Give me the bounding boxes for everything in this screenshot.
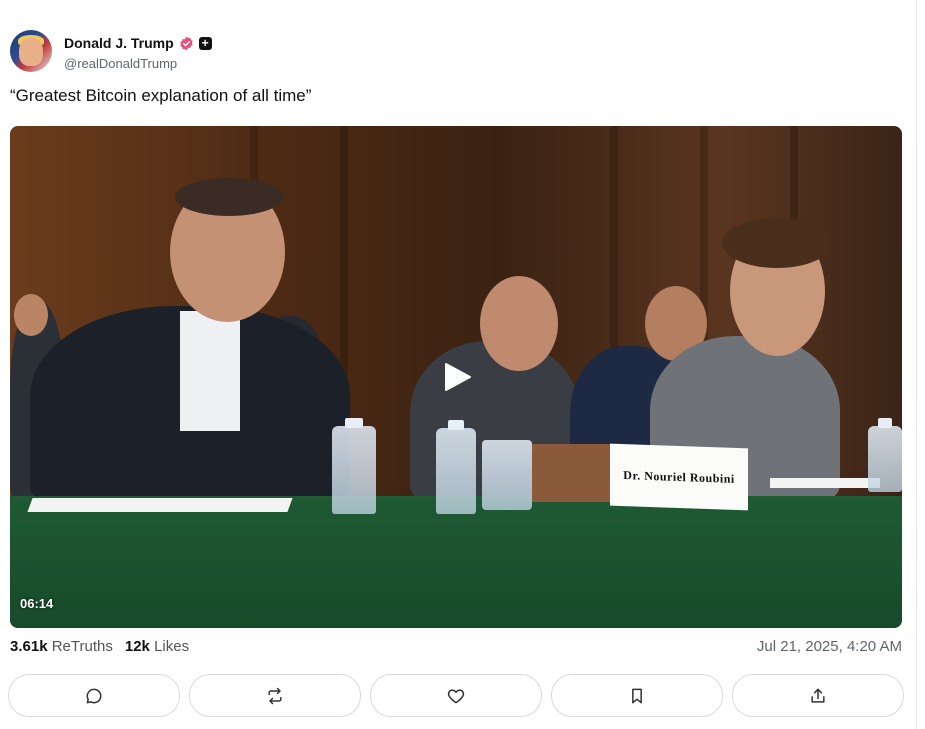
water-glass [482,440,532,510]
video-duration: 06:14 [20,596,54,611]
share-icon [811,688,825,703]
post-text: “Greatest Bitcoin explanation of all tim… [10,86,312,105]
comment-icon [86,688,102,703]
water-bottle [332,418,376,514]
author-avatar[interactable] [10,30,52,72]
paper-sheet [27,498,293,512]
bookmark-button[interactable] [551,674,723,717]
heart-icon [447,688,465,703]
witness-nameplate: Dr. Nouriel Roubini [610,443,748,511]
author-name[interactable]: Donald J. Trump [64,35,174,51]
feed-column-border [916,0,917,729]
share-button[interactable] [732,674,904,717]
play-icon[interactable] [442,362,472,392]
bookmark-icon [632,688,642,703]
post-actions [8,674,904,717]
nameplate-holder [532,444,616,502]
likes-count: 12k [124,638,150,655]
like-button[interactable] [370,674,542,717]
video-person-head [480,276,558,371]
water-bottle [436,420,476,514]
repost-icon [268,687,282,704]
author-name-row: Donald J. Trump + [64,34,212,52]
video-person-hair [722,218,832,268]
avatar-face [19,38,43,66]
speaker-shirt [180,311,240,431]
post-timestamp[interactable]: Jul 21, 2025, 4:20 AM [757,638,902,655]
verified-badge-icon [180,36,193,50]
retruths-label: ReTruths [51,638,113,655]
reply-button[interactable] [8,674,180,717]
paper-sheet [770,478,880,488]
retruths-stat[interactable]: 3.61k ReTruths [10,638,113,655]
bottle-cap [448,420,464,430]
likes-label: Likes [154,638,190,655]
plus-badge-icon: + [198,36,212,50]
video-player[interactable]: Dr. Nouriel Roubini 06:14 [10,126,902,628]
bottle-cap [345,418,363,428]
video-person-head [14,294,48,336]
author-handle[interactable]: @realDonaldTrump [64,56,177,71]
bottle-cap [878,418,892,428]
hearing-table [10,496,902,628]
post-stats: 3.61k ReTruths 12k Likes [10,638,189,655]
water-bottle [868,418,902,492]
retruths-count: 3.61k [10,638,48,655]
speaker-hair [175,178,283,216]
likes-stat[interactable]: 12k Likes [125,638,189,655]
retruth-button[interactable] [189,674,361,717]
